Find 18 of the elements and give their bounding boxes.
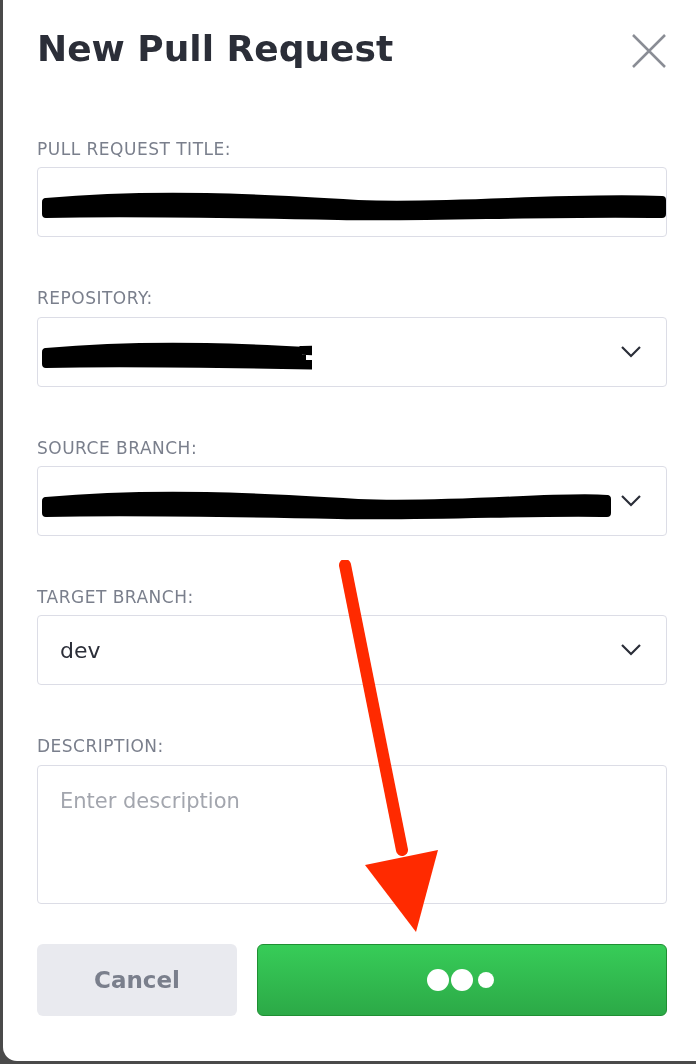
chevron-down-icon [620, 643, 642, 658]
field-label: SOURCE BRANCH: [37, 437, 199, 458]
input-field[interactable] [37, 167, 667, 238]
close-button[interactable] [630, 32, 668, 70]
select-field[interactable]: dev [37, 615, 667, 686]
chevron-down-icon [620, 493, 642, 508]
field-label: REPOSITORY: [37, 288, 154, 309]
field-value: dev [60, 636, 101, 665]
field-label: TARGET BRANCH: [37, 586, 195, 608]
loading-dots-icon [427, 966, 497, 993]
chevron-down-icon [620, 344, 642, 359]
create-button[interactable] [257, 943, 667, 1016]
select-field[interactable] [37, 465, 667, 536]
select-field[interactable] [37, 316, 667, 387]
field-label: PULL REQUEST TITLE: [37, 138, 232, 160]
description-field[interactable]: Enter description [37, 764, 667, 904]
dialog-title: New Pull Request [37, 27, 394, 71]
field-label: DESCRIPTION: [37, 736, 165, 757]
